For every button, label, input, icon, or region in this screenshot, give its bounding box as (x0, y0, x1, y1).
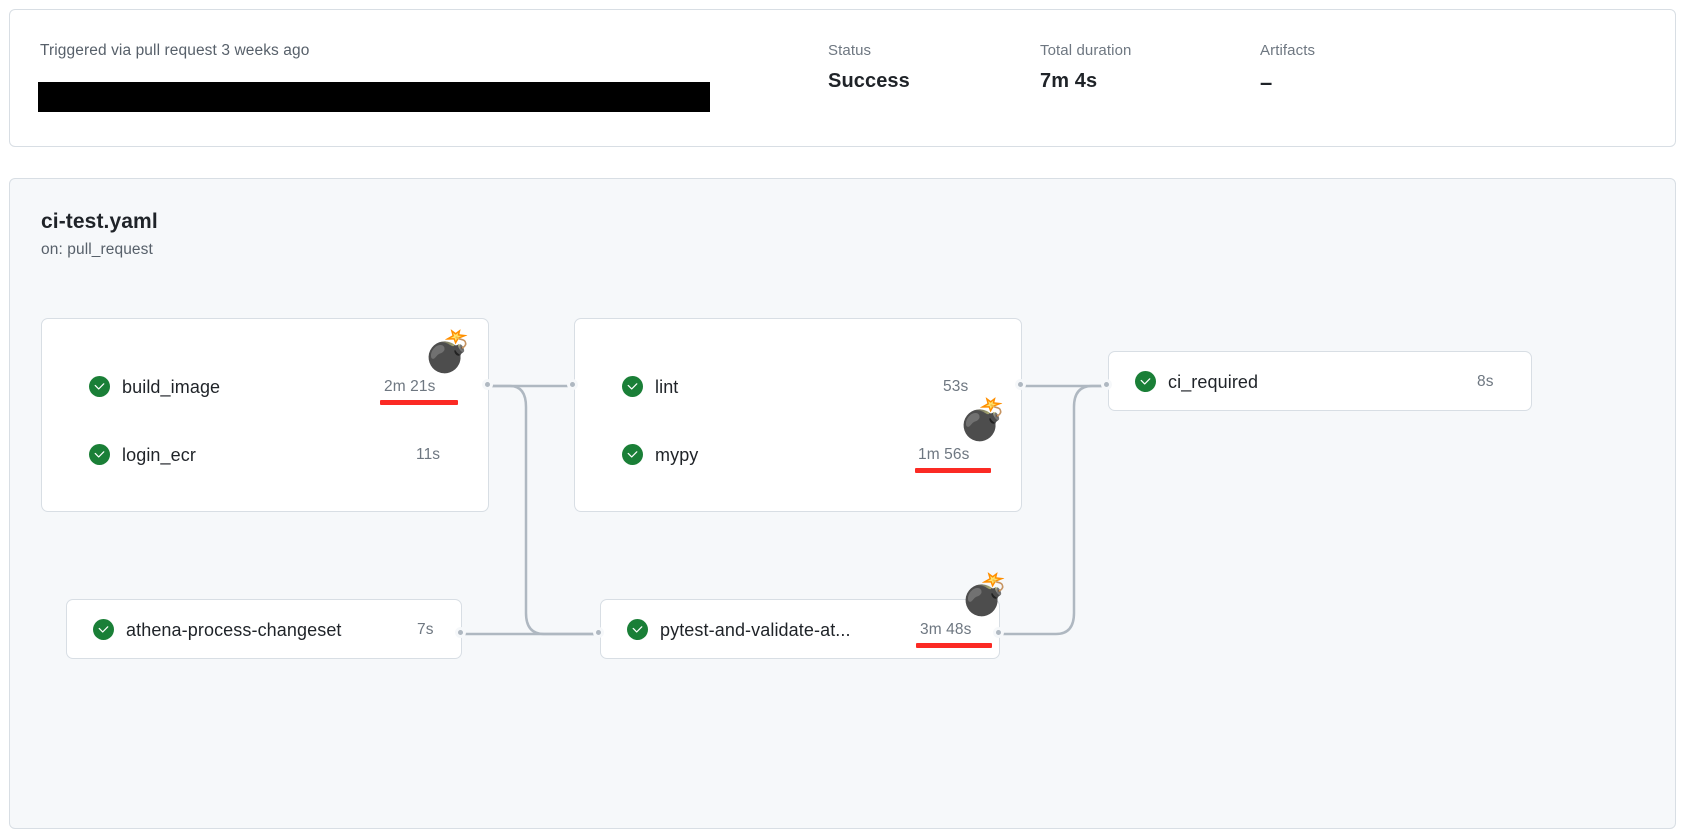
annotation-underline (916, 643, 992, 648)
annotation-underline (380, 400, 458, 405)
job-group-build[interactable]: build_image 2m 21s 💣 login_ecr 11s (41, 318, 489, 512)
job-name: build_image (122, 377, 220, 398)
job-duration: 8s (1477, 373, 1494, 391)
check-circle-icon (89, 376, 110, 397)
job-duration: 3m 48s (920, 621, 971, 639)
total-duration-stat: Total duration 7m 4s (1040, 42, 1131, 93)
job-duration: 7s (417, 621, 434, 639)
job-name: lint (655, 377, 678, 398)
node-input-port (593, 627, 604, 638)
total-duration-value: 7m 4s (1040, 70, 1131, 93)
node-output-port (482, 379, 493, 390)
job-name: athena-process-changeset (126, 620, 342, 641)
check-circle-icon (1135, 371, 1156, 392)
workflow-title: ci-test.yaml (41, 210, 158, 234)
bomb-annotation-icon: 💣 (960, 575, 1010, 615)
job-duration: 1m 56s (918, 446, 969, 464)
artifacts-stat: Artifacts – (1260, 42, 1315, 96)
job-row-athena-process-changeset[interactable]: athena-process-changeset 7s (67, 612, 461, 648)
run-summary-card: Triggered via pull request 3 weeks ago S… (9, 9, 1676, 147)
job-name: login_ecr (122, 445, 196, 466)
artifacts-value: – (1260, 70, 1315, 96)
node-output-port (993, 627, 1004, 638)
node-output-port (1015, 379, 1026, 390)
job-name: mypy (655, 445, 698, 466)
job-row-ci-required[interactable]: ci_required 8s (1109, 364, 1531, 400)
job-group-checks[interactable]: lint 53s mypy 1m 56s 💣 (574, 318, 1022, 512)
workflow-trigger-subtitle: on: pull_request (41, 241, 153, 259)
bomb-annotation-icon: 💣 (423, 332, 473, 372)
job-group-required[interactable]: ci_required 8s (1108, 351, 1532, 411)
bomb-annotation-icon: 💣 (958, 400, 1008, 440)
check-circle-icon (622, 376, 643, 397)
status-value: Success (828, 70, 910, 93)
redacted-commit-title (38, 82, 710, 112)
job-duration: 53s (943, 378, 968, 396)
job-row-lint[interactable]: lint 53s (575, 369, 1021, 405)
status-stat: Status Success (828, 42, 910, 93)
workflow-graph-card: ci-test.yaml on: pull_request (9, 178, 1676, 829)
check-circle-icon (622, 444, 643, 465)
status-label: Status (828, 42, 910, 59)
artifacts-label: Artifacts (1260, 42, 1315, 59)
job-row-login-ecr[interactable]: login_ecr 11s (42, 437, 488, 473)
trigger-text: Triggered via pull request 3 weeks ago (40, 42, 309, 60)
node-input-port (1101, 379, 1112, 390)
workflow-run-page: Triggered via pull request 3 weeks ago S… (0, 0, 1685, 838)
check-circle-icon (93, 619, 114, 640)
job-duration: 11s (416, 446, 440, 464)
node-output-port (455, 627, 466, 638)
job-name: pytest-and-validate-at... (660, 620, 851, 641)
total-duration-label: Total duration (1040, 42, 1131, 59)
job-duration: 2m 21s (384, 378, 435, 396)
job-name: ci_required (1168, 372, 1258, 393)
check-circle-icon (627, 619, 648, 640)
node-input-port (567, 379, 578, 390)
job-group-pytest[interactable]: pytest-and-validate-at... 3m 48s 💣 (600, 599, 1000, 659)
check-circle-icon (89, 444, 110, 465)
annotation-underline (915, 468, 991, 473)
job-group-athena[interactable]: athena-process-changeset 7s (66, 599, 462, 659)
